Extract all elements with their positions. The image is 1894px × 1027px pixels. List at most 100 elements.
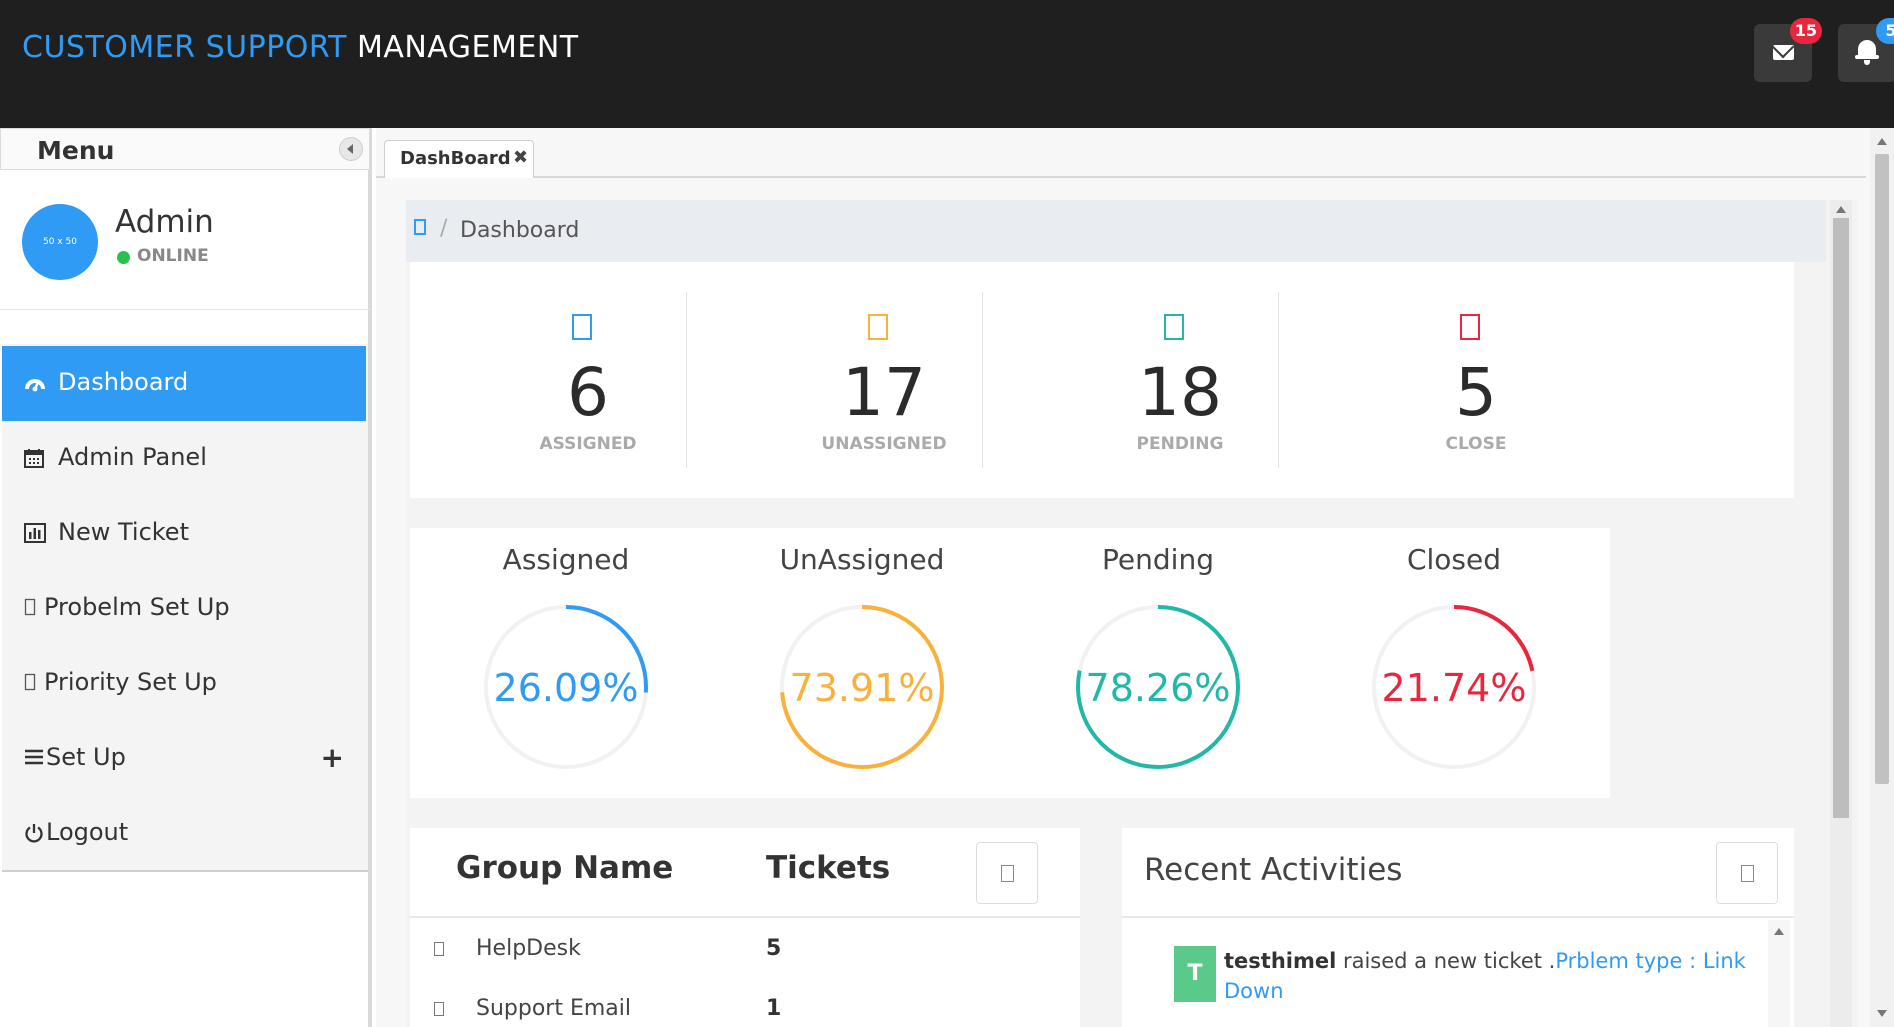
sidebar-item-label: Priority Set Up — [44, 668, 217, 696]
gauge-card-assigned: Assigned 26.09% — [410, 528, 722, 798]
dashboard-content: / Dashboard 6 ASSIGNED 17 UNASSIGNED 18 … — [406, 200, 1858, 1027]
missing-glyph-icon — [1741, 865, 1754, 882]
sidebar-item-label: Set Up — [46, 743, 126, 771]
main-area: DashBoard ✖ / Dashboard 6 ASSIGNED 17 UN… — [376, 128, 1870, 1027]
scroll-up-icon[interactable] — [1836, 206, 1846, 213]
table-row[interactable]: Support Email 1 — [410, 980, 1080, 1027]
missing-glyph-icon — [434, 1002, 444, 1016]
sidebar-item-logout[interactable]: Logout — [2, 796, 366, 871]
notifications-button[interactable]: 5 — [1838, 18, 1894, 82]
content-scrollbar[interactable] — [1830, 200, 1852, 1027]
scroll-thumb[interactable] — [1875, 154, 1889, 784]
tab-dashboard[interactable]: DashBoard ✖ — [384, 140, 534, 178]
stats-panel: 6 ASSIGNED 17 UNASSIGNED 18 PENDING 5 CL… — [410, 262, 1794, 498]
gauge-title: Assigned — [502, 543, 630, 576]
group-ticket-count: 1 — [766, 996, 782, 1021]
divider — [1122, 916, 1794, 918]
group-name: HelpDesk — [476, 936, 581, 961]
divider — [1278, 292, 1279, 468]
messages-badge: 15 — [1789, 18, 1822, 44]
menu-header: Menu — [0, 128, 370, 170]
missing-glyph-icon — [24, 673, 46, 693]
gauge-card-closed: Closed 21.74% — [1298, 528, 1610, 798]
tab-label: DashBoard — [400, 148, 511, 169]
stat-label: CLOSE — [1445, 434, 1507, 454]
bar-chart-icon — [24, 523, 46, 543]
scroll-up-icon[interactable] — [1774, 928, 1784, 935]
scroll-thumb[interactable] — [1833, 218, 1849, 818]
sidebar-item-label: New Ticket — [58, 518, 189, 546]
stat-unassigned-icon — [868, 314, 888, 340]
sidebar-item-dashboard[interactable]: Dashboard — [2, 346, 366, 421]
home-icon[interactable] — [414, 219, 426, 235]
profile-name: Admin — [115, 204, 214, 240]
collapse-sidebar-icon[interactable] — [339, 137, 363, 161]
app-brand: CUSTOMER SUPPORT MANAGEMENT — [22, 30, 579, 65]
group-ticket-count: 5 — [766, 936, 782, 961]
brand-part1: CUSTOMER SUPPORT — [22, 30, 347, 65]
list-icon — [24, 748, 46, 768]
activity-item: testhimel raised a new ticket .Prblem ty… — [1224, 946, 1764, 1006]
breadcrumb-current: Dashboard — [460, 218, 580, 243]
recent-activities-card: Recent Activities T testhimel raised a n… — [1122, 828, 1794, 1027]
sidebar-item-setup[interactable]: Set Up + — [2, 721, 366, 796]
scroll-up-icon[interactable] — [1877, 138, 1887, 145]
sidebar-item-label: Dashboard — [58, 368, 189, 396]
plus-icon[interactable]: + — [321, 744, 344, 772]
messages-button[interactable]: 15 — [1754, 18, 1822, 82]
divider — [410, 916, 1080, 918]
stat-value: 5 — [1455, 354, 1497, 431]
page-scrollbar[interactable] — [1870, 128, 1894, 1027]
gauge-value: 26.09% — [493, 666, 639, 710]
sidebar-item-problem-setup[interactable]: Probelm Set Up — [2, 571, 366, 646]
user-profile: 50 x 50 Admin ONLINE — [0, 170, 370, 310]
group-card-button[interactable] — [976, 842, 1038, 904]
sidebar-nav: Dashboard Admin Panel New Ticket Probelm… — [2, 344, 368, 872]
sidebar-item-new-ticket[interactable]: New Ticket — [2, 496, 366, 571]
sidebar-item-priority-setup[interactable]: Priority Set Up — [2, 646, 366, 721]
missing-glyph-icon — [24, 598, 46, 618]
notifications-badge: 5 — [1876, 18, 1894, 44]
activities-card-button[interactable] — [1716, 842, 1778, 904]
tickets-header: Tickets — [766, 850, 891, 886]
profile-status: ONLINE — [137, 246, 209, 266]
tab-strip: DashBoard ✖ — [376, 128, 1866, 178]
activity-avatar: T — [1174, 946, 1216, 1002]
stat-assigned-icon — [572, 314, 592, 340]
group-tickets-card: Group Name Tickets HelpDesk 5 Support Em… — [410, 828, 1080, 1027]
close-tab-icon[interactable]: ✖ — [513, 147, 528, 168]
sidebar-item-admin-panel[interactable]: Admin Panel — [2, 421, 366, 496]
stat-pending-icon — [1164, 314, 1184, 340]
breadcrumb: / Dashboard — [406, 200, 1826, 262]
scroll-down-icon[interactable] — [1877, 1010, 1887, 1017]
sidebar-item-label: Admin Panel — [58, 443, 207, 471]
bell-icon — [1855, 40, 1879, 65]
gauge-card-unassigned: UnAssigned 73.91% — [706, 528, 1018, 798]
activity-user[interactable]: testhimel — [1224, 949, 1336, 973]
brand-part2: MANAGEMENT — [356, 30, 579, 65]
gauge-title: Closed — [1406, 543, 1502, 576]
gauge-title: UnAssigned — [779, 543, 945, 576]
sidebar-item-label: Probelm Set Up — [44, 593, 230, 621]
table-row[interactable]: HelpDesk 5 — [410, 920, 1080, 980]
activities-title: Recent Activities — [1144, 852, 1403, 888]
gauge-value: 21.74% — [1381, 666, 1527, 710]
gauge-value: 78.26% — [1085, 666, 1231, 710]
dashboard-icon — [24, 373, 46, 393]
stat-close-icon — [1460, 314, 1480, 340]
missing-glyph-icon — [1001, 865, 1014, 882]
activities-scrollbar[interactable] — [1768, 920, 1790, 1027]
missing-glyph-icon — [434, 942, 444, 956]
gauge-title: Pending — [1102, 543, 1214, 576]
gauge-value: 73.91% — [789, 666, 935, 710]
breadcrumb-separator: / — [440, 216, 448, 241]
group-name-header: Group Name — [456, 850, 674, 886]
power-icon — [24, 823, 46, 843]
top-header: CUSTOMER SUPPORT MANAGEMENT 15 5 — [0, 0, 1894, 128]
gauge-card-pending: Pending 78.26% — [1002, 528, 1314, 798]
avatar: 50 x 50 — [22, 204, 98, 280]
online-status-icon — [117, 251, 130, 264]
calendar-icon — [24, 448, 46, 468]
divider — [686, 292, 687, 468]
sidebar-item-label: Logout — [46, 818, 129, 846]
